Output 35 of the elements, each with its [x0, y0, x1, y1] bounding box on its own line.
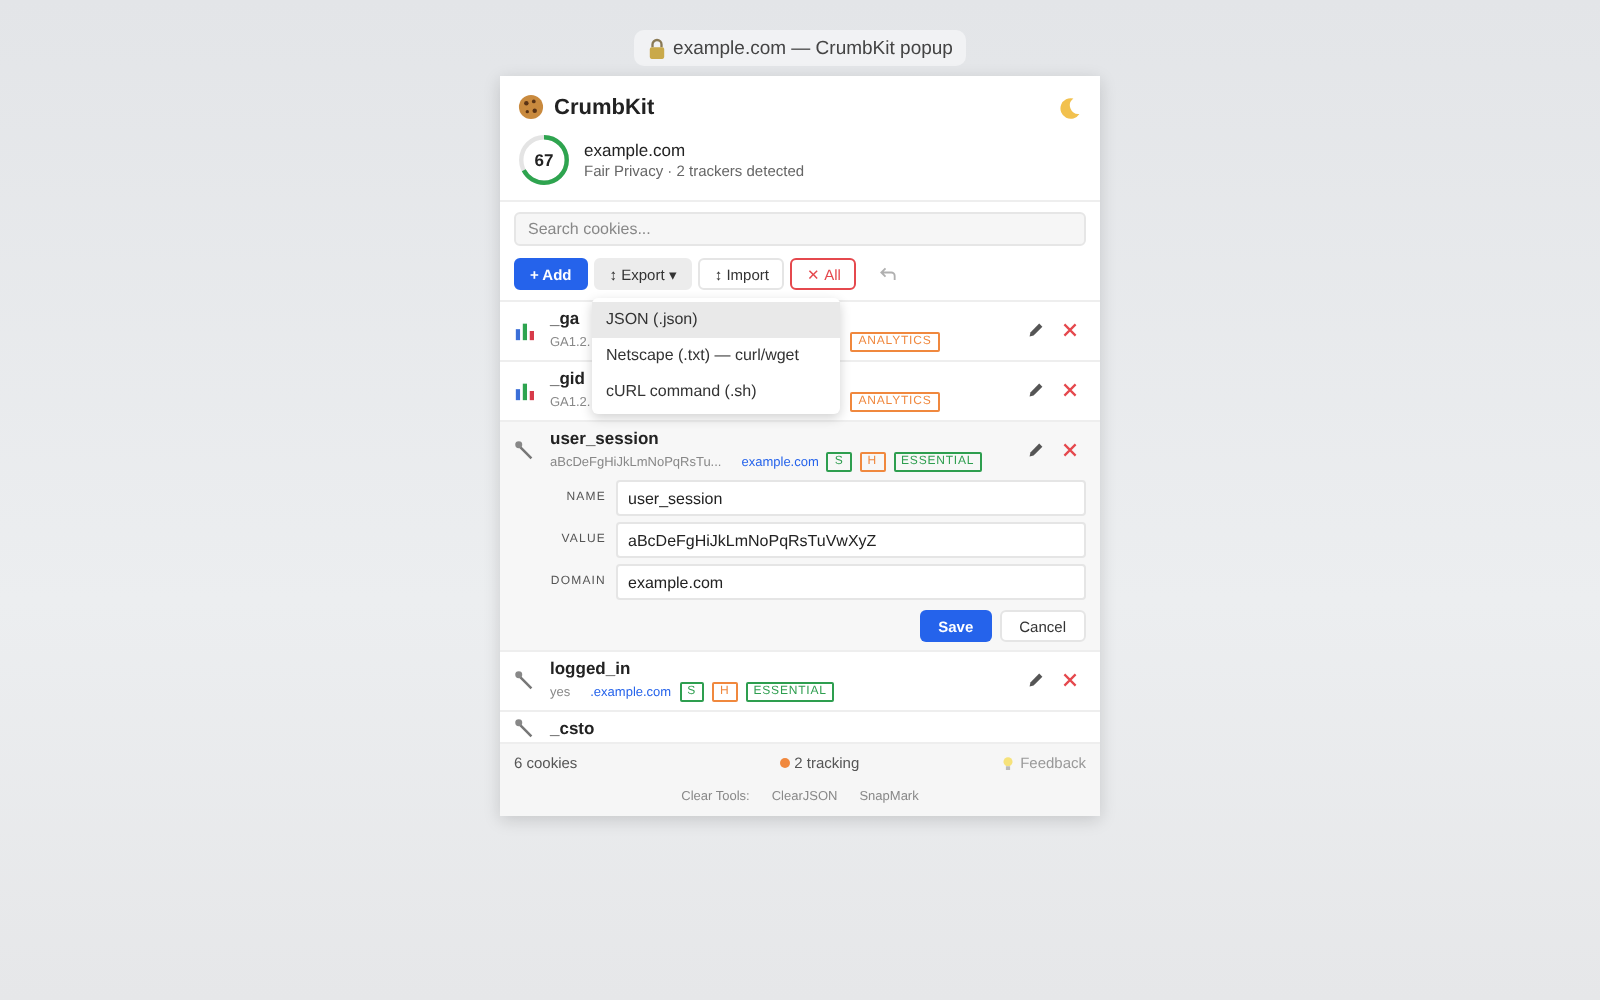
delete-icon[interactable] — [1062, 382, 1078, 398]
cookie-name: _ga — [550, 308, 580, 330]
pencil-icon[interactable] — [1028, 322, 1044, 338]
cookie-icon — [518, 94, 544, 120]
input-field[interactable]: example.com — [616, 564, 1086, 600]
delete-icon[interactable] — [1062, 442, 1078, 458]
score-ring — [516, 132, 572, 188]
menu-item[interactable]: Netscape (.txt) — curl/wget — [592, 338, 840, 374]
lock-icon — [647, 37, 666, 59]
pencil-icon[interactable] — [1028, 442, 1044, 458]
input-field[interactable]: user_session — [616, 480, 1086, 516]
lightbulb-icon — [1002, 755, 1015, 771]
search-field[interactable]: Search cookies... — [514, 212, 1086, 246]
delete-icon[interactable] — [1062, 672, 1078, 688]
wrench-icon — [514, 439, 536, 461]
window-title: example.com — CrumbKit popup — [633, 30, 967, 66]
delete-icon[interactable] — [1062, 322, 1078, 338]
cookie-name: user_session — [550, 428, 659, 450]
cookie-name: _gid — [550, 368, 585, 390]
bar-chart-icon — [514, 319, 536, 341]
cookie-name: _csto — [550, 718, 595, 740]
privacy-score: 67 — [532, 150, 556, 170]
menu-item[interactable]: JSON (.json) — [592, 302, 840, 338]
site-domain: example.com — [584, 140, 688, 160]
tracking-dot — [780, 758, 791, 768]
cookie-name: logged_in — [550, 658, 631, 680]
bar-chart-icon — [514, 379, 536, 401]
wrench-icon — [514, 669, 536, 691]
input-field[interactable]: aBcDeFgHiJkLmNoPqRsTuVwXyZ — [616, 522, 1086, 558]
app-name: CrumbKit — [554, 95, 655, 119]
menu-item[interactable]: cURL command (.sh) — [592, 374, 840, 410]
undo-icon[interactable] — [878, 265, 899, 283]
pencil-icon[interactable] — [1028, 382, 1044, 398]
pencil-icon[interactable] — [1028, 672, 1044, 688]
wrench-icon — [514, 718, 536, 740]
